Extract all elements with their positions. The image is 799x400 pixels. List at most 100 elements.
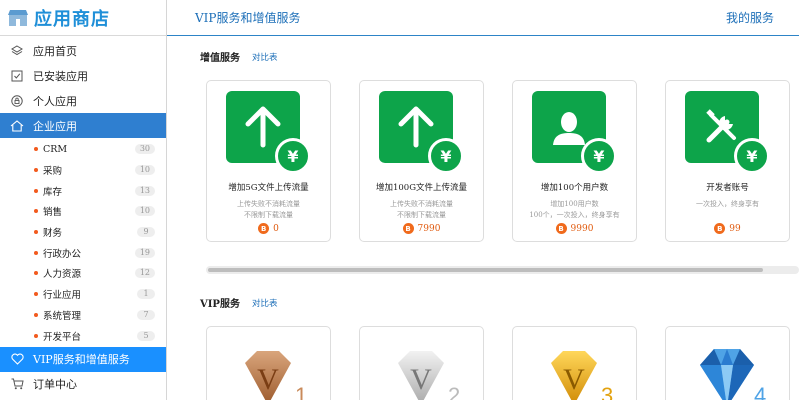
coin-icon: B: [402, 223, 414, 234]
count-badge: 19: [134, 247, 155, 258]
sidebar-item-label: 订单中心: [33, 378, 77, 392]
enterprise-submenu: CRM 30 采购 10 库存 13 销售 10 财务 9 行政办公 19 人力资源 12 行…: [0, 138, 166, 347]
page-title: VIP服务和增值服务: [195, 11, 301, 25]
sidebar-item-label: 已安装应用: [33, 69, 88, 83]
bullet-dot: [34, 312, 38, 317]
vip-section-header: VIP服务 对比表: [200, 295, 278, 311]
submenu-item-system[interactable]: 系统管理 7: [0, 305, 166, 326]
yen-icon: ¥: [581, 138, 617, 174]
submenu-label: 财务: [43, 228, 63, 240]
bullet-dot: [34, 188, 38, 193]
yen-icon: ¥: [428, 138, 464, 174]
submenu-item-finance[interactable]: 财务 9: [0, 222, 166, 243]
yen-icon: ¥: [734, 138, 770, 174]
sidebar-item-installed[interactable]: 已安装应用: [0, 63, 166, 88]
sidebar-item-orders[interactable]: 订单中心: [0, 372, 166, 397]
section-title: 增值服务: [200, 53, 240, 64]
price-value: 99: [729, 223, 741, 234]
sidebar-item-label: 应用首页: [33, 44, 77, 58]
sidebar-item-label: 个人应用: [33, 94, 77, 108]
coin-icon: B: [258, 223, 270, 234]
vip-card-level-1[interactable]: V 1: [206, 326, 331, 400]
coin-icon: B: [555, 223, 567, 234]
top-header: VIP服务和增值服务 我的服务: [167, 0, 799, 36]
compare-link[interactable]: 对比表: [252, 297, 278, 309]
vip-letter: V: [257, 363, 279, 396]
bullet-dot: [34, 271, 38, 276]
card-desc: 增加100用户数 100个，一次投入，终身享有: [529, 200, 620, 219]
submenu-label: CRM: [43, 143, 68, 155]
vip-card-level-2[interactable]: V 2: [359, 326, 484, 400]
card-price: B 9990: [513, 223, 636, 234]
sidebar-item-app-home[interactable]: 应用首页: [0, 38, 166, 63]
section-title: VIP服务: [200, 299, 240, 310]
logo[interactable]: 应用商店: [0, 0, 166, 36]
submenu-label: 库存: [43, 186, 63, 198]
vip-level: 2: [448, 383, 460, 400]
count-badge: 12: [134, 268, 155, 279]
value-section-header: 增值服务 对比表: [200, 49, 278, 65]
submenu-label: 采购: [43, 166, 63, 178]
vip-letter: V: [563, 363, 585, 396]
scrollbar-thumb[interactable]: [208, 268, 763, 272]
submenu-label: 人力资源: [43, 269, 82, 281]
submenu-label: 销售: [43, 207, 63, 219]
gold-diamond-icon: V 3: [551, 351, 613, 400]
submenu-item-inventory[interactable]: 库存 13: [0, 180, 166, 201]
service-card[interactable]: ¥ 开发者账号 一次投入，终身享有 B 99: [665, 80, 790, 242]
horizontal-scrollbar[interactable]: [206, 266, 799, 274]
store-icon: [8, 9, 28, 26]
vip-level: 3: [601, 383, 613, 400]
value-cards: ¥ 增加5G文件上传流量 上传失败不消耗流量 不限制下载流量 B0 ¥ 增加10…: [206, 80, 790, 242]
sidebar-item-personal[interactable]: 个人应用: [0, 88, 166, 113]
sidebar-item-enterprise[interactable]: 企业应用: [0, 113, 166, 138]
service-card[interactable]: ¥ 增加5G文件上传流量 上传失败不消耗流量 不限制下载流量 B0: [206, 80, 331, 242]
vip-card-level-3[interactable]: V 3: [512, 326, 637, 400]
submenu-item-dev[interactable]: 开发平台 5: [0, 325, 166, 346]
bullet-dot: [34, 147, 38, 152]
silver-diamond-icon: V 2: [398, 351, 460, 400]
count-badge: 10: [134, 165, 155, 176]
card-desc: 上传失败不消耗流量 不限制下载流量: [237, 200, 300, 219]
count-badge: 5: [137, 330, 155, 341]
card-price: B0: [207, 223, 330, 234]
cart-icon: [10, 377, 24, 391]
bullet-dot: [34, 230, 38, 235]
submenu-item-crm[interactable]: CRM 30: [0, 139, 166, 160]
submenu-item-industry[interactable]: 行业应用 1: [0, 284, 166, 305]
service-card[interactable]: ¥ 增加100G文件上传流量 上传失败不消耗流量 不限制下载流量 B 7990: [359, 80, 484, 242]
house-icon: [10, 119, 24, 133]
main-content[interactable]: 增值服务 对比表 ¥ 增加5G文件上传流量 上传失败不消耗流量 不限制下载流量 …: [167, 37, 799, 400]
logo-text: 应用商店: [34, 8, 110, 30]
sidebar-item-label: VIP服务和增值服务: [33, 353, 130, 367]
count-badge: 1: [137, 289, 155, 300]
bullet-dot: [34, 168, 38, 173]
count-badge: 9: [137, 227, 155, 238]
submenu-label: 开发平台: [43, 331, 82, 343]
submenu-item-sales[interactable]: 销售 10: [0, 201, 166, 222]
sidebar-item-label: 企业应用: [33, 119, 77, 133]
submenu-item-office[interactable]: 行政办公 19: [0, 242, 166, 263]
card-desc: 一次投入，终身享有: [696, 200, 759, 208]
layers-icon: [10, 44, 24, 58]
sidebar-item-vip[interactable]: VIP服务和增值服务: [0, 346, 166, 372]
card-name: 开发者账号: [706, 183, 749, 193]
count-badge: 13: [134, 185, 155, 196]
yen-icon: ¥: [275, 138, 311, 174]
vip-letter: V: [410, 363, 432, 396]
compare-link[interactable]: 对比表: [252, 51, 278, 63]
coin-icon: B: [714, 223, 726, 234]
submenu-item-hr[interactable]: 人力资源 12: [0, 263, 166, 284]
bullet-dot: [34, 209, 38, 214]
count-badge: 30: [134, 144, 155, 155]
price-value: 9990: [570, 223, 594, 234]
card-name: 增加100G文件上传流量: [375, 183, 467, 193]
service-card[interactable]: ¥ 增加100个用户数 增加100用户数 100个，一次投入，终身享有 B 999…: [512, 80, 637, 242]
card-name: 增加100个用户数: [540, 183, 609, 193]
vip-level: 1: [295, 383, 307, 400]
my-services-link[interactable]: 我的服务: [726, 9, 774, 26]
count-badge: 10: [134, 206, 155, 217]
vip-card-level-4[interactable]: 4: [665, 326, 790, 400]
checkbox-icon: [10, 69, 24, 83]
submenu-item-purchase[interactable]: 采购 10: [0, 160, 166, 181]
